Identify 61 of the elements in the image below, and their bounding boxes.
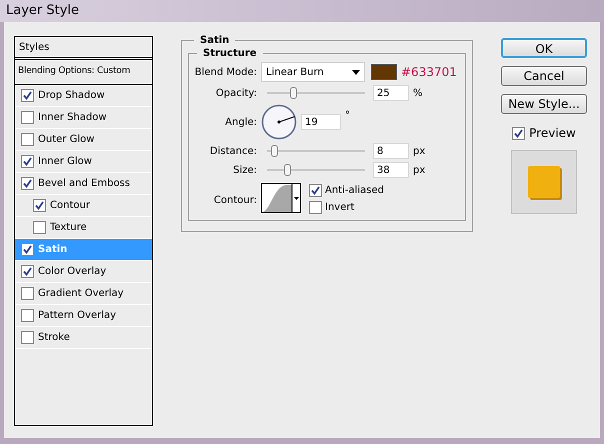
dialog-button[interactable]: OK (501, 38, 587, 58)
value-field[interactable]: 8 (373, 143, 409, 159)
style-item[interactable]: Bevel and Emboss (15, 173, 152, 195)
field-label: Size: (232, 164, 257, 178)
checkbox[interactable] (309, 184, 322, 197)
slider-track[interactable] (267, 87, 365, 99)
option-label: Anti-aliased (325, 184, 384, 198)
checkbox[interactable] (21, 89, 34, 102)
field-label: Opacity: (214, 86, 257, 100)
blending-options-item[interactable]: Blending Options: Custom (15, 60, 152, 85)
unit-label: ° (345, 109, 350, 123)
unit-label: % (413, 86, 423, 100)
field-label: Blend Mode: (194, 66, 257, 80)
value-field[interactable]: 38 (373, 162, 409, 178)
slider-track[interactable] (267, 145, 365, 157)
field-label: Angle: (224, 116, 257, 130)
blend-mode-dropdown[interactable]: Linear Burn (261, 62, 365, 82)
checkbox[interactable] (33, 199, 46, 212)
checkbox[interactable] (21, 265, 34, 278)
unit-label: px (413, 144, 426, 158)
style-item[interactable]: Gradient Overlay (15, 283, 152, 305)
slider-thumb[interactable] (270, 145, 278, 157)
checkbox[interactable] (309, 201, 322, 214)
style-item[interactable]: Pattern Overlay (15, 305, 152, 327)
value-field[interactable]: 25 (373, 85, 409, 101)
dialog-button[interactable]: New Style... (501, 94, 587, 114)
style-item[interactable]: Inner Glow (15, 151, 152, 173)
checkbox[interactable] (21, 155, 34, 168)
checkbox[interactable] (21, 287, 34, 300)
preview-label: Preview (529, 125, 576, 142)
checkbox[interactable] (21, 243, 34, 256)
dialog-button[interactable]: Cancel (501, 66, 587, 86)
style-item[interactable]: Stroke (15, 327, 152, 349)
value-field[interactable]: 19 (301, 114, 341, 130)
color-code-label: #633701 (401, 65, 457, 79)
style-item[interactable]: Contour (15, 195, 152, 217)
field-label: Contour: (212, 194, 257, 208)
checkbox[interactable] (21, 331, 34, 344)
contour-picker[interactable] (261, 183, 301, 213)
angle-dial[interactable] (261, 104, 297, 140)
color-swatch[interactable] (371, 64, 397, 80)
styles-header: Styles (15, 37, 152, 60)
checkbox[interactable] (33, 221, 46, 234)
field-label: Distance: (208, 144, 257, 158)
style-item[interactable]: Outer Glow (15, 129, 152, 151)
style-item[interactable]: Color Overlay (15, 261, 152, 283)
checkbox[interactable] (21, 111, 34, 124)
dropdown-caret-icon (352, 70, 360, 74)
checkbox[interactable] (21, 133, 34, 146)
style-item[interactable]: Drop Shadow (15, 85, 152, 107)
slider-thumb[interactable] (290, 87, 297, 99)
checkbox[interactable] (21, 309, 34, 322)
window-title: Layer Style (6, 2, 80, 20)
slider-thumb[interactable] (284, 164, 292, 176)
slider-track[interactable] (267, 164, 365, 176)
option-label: Invert (325, 201, 354, 215)
style-item[interactable]: Inner Shadow (15, 107, 152, 129)
checkbox[interactable] (21, 177, 34, 190)
preview-checkbox[interactable] (512, 126, 526, 140)
unit-label: px (413, 164, 426, 178)
preview-swatch-icon (528, 166, 560, 198)
